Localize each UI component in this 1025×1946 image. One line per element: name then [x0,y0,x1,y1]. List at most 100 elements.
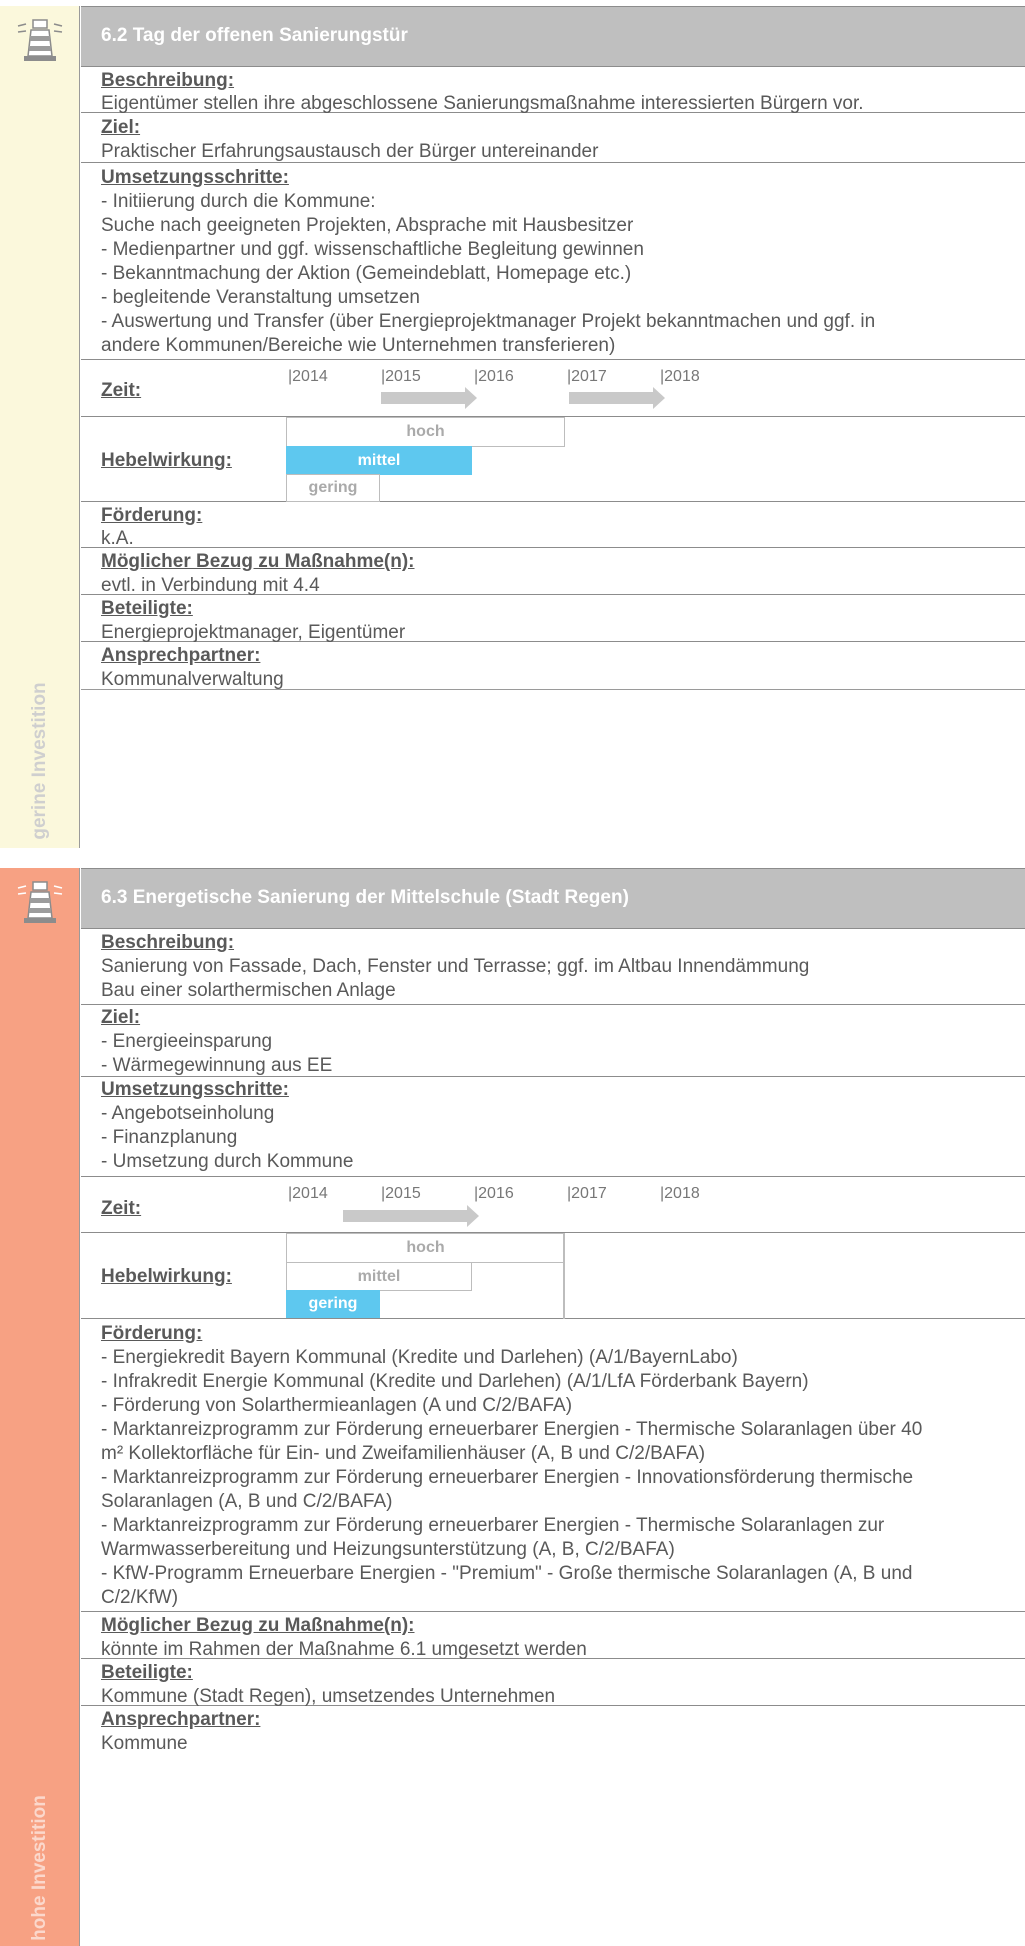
section-label: Zeit: [101,1198,142,1219]
measure-title: 6.3 Energetische Sanierung der Mittelsch… [101,887,629,908]
text-line: Kommune [101,1733,188,1754]
text-line: Kommune (Stadt Regen), umsetzendes Unter… [101,1686,556,1707]
level-mittel: mittel [286,446,472,475]
text-line: - Initiierung durch die Kommune: [101,191,376,212]
level-gering: gering [286,474,380,502]
text-line: Praktischer Erfahrungsaustausch der Bürg… [101,141,599,162]
timeline-year: |2017 [567,1185,607,1202]
text-line: Kommunalverwaltung [101,669,284,690]
timeline-year: |2016 [474,368,514,385]
section-label: Förderung: [101,505,203,526]
timeline-year: |2014 [288,1185,328,1202]
category-label: hohe Investition [29,1795,50,1941]
section-ziel: Ziel: - Energieeinsparung - Wärmegewinnu… [81,1005,1025,1077]
text-line: - Umsetzung durch Kommune [101,1151,354,1172]
category-label: gerine Investition [29,682,50,840]
text-line: Warmwasserbereitung und Heizungsunterstü… [101,1539,675,1560]
section-label: Möglicher Bezug zu Maßnahme(n): [101,1615,415,1636]
section-beteiligte: Beteiligte: Energieprojektmanager, Eigen… [81,595,1025,643]
text-line: - Bekanntmachung der Aktion (Gemeindebla… [101,263,632,284]
section-label: Beteiligte: [101,1662,193,1683]
section-beschreibung: Beschreibung: Eigentümer stellen ihre ab… [81,67,1025,114]
text-line: Bau einer solarthermischen Anlage [101,980,396,1001]
timeline-year: |2017 [567,368,607,385]
text-line: - Infrakredit Energie Kommunal (Kredite … [101,1371,809,1392]
section-label: Ansprechpartner: [101,645,261,666]
level-hoch: hoch [286,1233,565,1263]
category-sidebar: gerine Investition [0,6,80,848]
section-label: Hebelwirkung: [101,450,232,471]
text-line: Eigentümer stellen ihre abgeschlossene S… [101,93,864,114]
section-umsetzungsschritte: Umsetzungsschritte: - Initiierung durch … [81,163,1025,360]
text-line: evtl. in Verbindung mit 4.4 [101,575,320,596]
section-hebelwirkung: Hebelwirkung: hoch mittel gering [81,417,1025,502]
timeline-year: |2016 [474,1185,514,1202]
timeline-year: |2018 [660,368,700,385]
level-frame-right [563,1233,565,1319]
text-line: - Finanzplanung [101,1127,238,1148]
section-ansprechpartner: Ansprechpartner: Kommune [81,1706,1025,1754]
measure-card-6-2: gerine Investition 6.2 Tag der offenen S… [0,6,1025,848]
section-label: Ansprechpartner: [101,1709,261,1730]
section-label: Beteiligte: [101,598,193,619]
section-hebelwirkung: Hebelwirkung: hoch mittel gering [81,1233,1025,1319]
section-label: Zeit: [101,380,142,401]
timeline-span-arrow [569,387,665,409]
section-label: Möglicher Bezug zu Maßnahme(n): [101,551,415,572]
section-zeit: Zeit: |2014 |2015 |2016 |2017 |2018 [81,1177,1025,1233]
section-ansprechpartner: Ansprechpartner: Kommunalverwaltung [81,642,1025,690]
section-label: Ziel: [101,117,141,138]
text-line: C/2/KfW) [101,1587,179,1608]
section-bezug: Möglicher Bezug zu Maßnahme(n): evtl. in… [81,548,1025,596]
timeline-year: |2018 [660,1185,700,1202]
section-label: Umsetzungsschritte: [101,167,289,188]
text-line: - Förderung von Solarthermieanlagen (A u… [101,1395,573,1416]
text-line: - begleitende Veranstaltung umsetzen [101,287,420,308]
section-ziel: Ziel: Praktischer Erfahrungsaustausch de… [81,113,1025,163]
text-line: k.A. [101,528,134,549]
text-line: Energieprojektmanager, Eigentümer [101,622,406,643]
measure-title-bar: 6.2 Tag der offenen Sanierungstür [81,6,1025,67]
text-line: - Angebotseinholung [101,1103,275,1124]
text-line: Sanierung von Fassade, Dach, Fenster und… [101,956,810,977]
section-label: Beschreibung: [101,932,235,953]
text-line: - Marktanreizprogramm zur Förderung erne… [101,1467,914,1488]
section-label: Beschreibung: [101,70,235,91]
section-foerderung: Förderung: - Energiekredit Bayern Kommun… [81,1319,1025,1612]
timeline-span-arrow [343,1205,479,1227]
section-foerderung: Förderung: k.A. [81,502,1025,549]
text-line: andere Kommunen/Bereiche wie Unternehmen… [101,335,616,356]
section-label: Hebelwirkung: [101,1266,232,1287]
timeline-year: |2015 [381,1185,421,1202]
text-line: Suche nach geeigneten Projekten, Absprac… [101,215,634,236]
level-mittel: mittel [286,1262,472,1291]
section-umsetzungsschritte: Umsetzungsschritte: - Angebotseinholung … [81,1077,1025,1177]
lighthouse-icon [17,881,63,923]
measure-card-6-3: hohe Investition 6.3 Energetische Sanier… [0,868,1025,1946]
measure-title-bar: 6.3 Energetische Sanierung der Mittelsch… [81,868,1025,929]
timeline-year: |2015 [381,368,421,385]
section-beschreibung: Beschreibung: Sanierung von Fassade, Dac… [81,929,1025,1005]
text-line: - Marktanreizprogramm zur Förderung erne… [101,1515,885,1536]
timeline-year: |2014 [288,368,328,385]
section-label: Umsetzungsschritte: [101,1079,289,1100]
text-line: - Wärmegewinnung aus EE [101,1055,333,1076]
text-line: - Energiekredit Bayern Kommunal (Kredite… [101,1347,738,1368]
measure-title: 6.2 Tag der offenen Sanierungstür [101,25,408,46]
lighthouse-icon [17,19,63,61]
section-label: Förderung: [101,1323,203,1344]
level-hoch: hoch [286,417,565,447]
section-label: Ziel: [101,1007,141,1028]
category-sidebar: hohe Investition [0,868,80,1946]
text-line: - Auswertung und Transfer (über Energiep… [101,311,876,332]
text-line: - KfW-Programm Erneuerbare Energien - "P… [101,1563,913,1584]
section-bezug: Möglicher Bezug zu Maßnahme(n): könnte i… [81,1612,1025,1660]
timeline-span-arrow [381,387,477,409]
text-line: - Energieeinsparung [101,1031,273,1052]
text-line: - Medienpartner und ggf. wissenschaftlic… [101,239,644,260]
section-beteiligte: Beteiligte: Kommune (Stadt Regen), umset… [81,1659,1025,1707]
section-zeit: Zeit: |2014 |2015 |2016 |2017 |2018 [81,360,1025,417]
text-line: könnte im Rahmen der Maßnahme 6.1 umgese… [101,1639,587,1660]
text-line: Solaranlagen (A, B und C/2/BAFA) [101,1491,393,1512]
level-gering: gering [286,1290,380,1318]
